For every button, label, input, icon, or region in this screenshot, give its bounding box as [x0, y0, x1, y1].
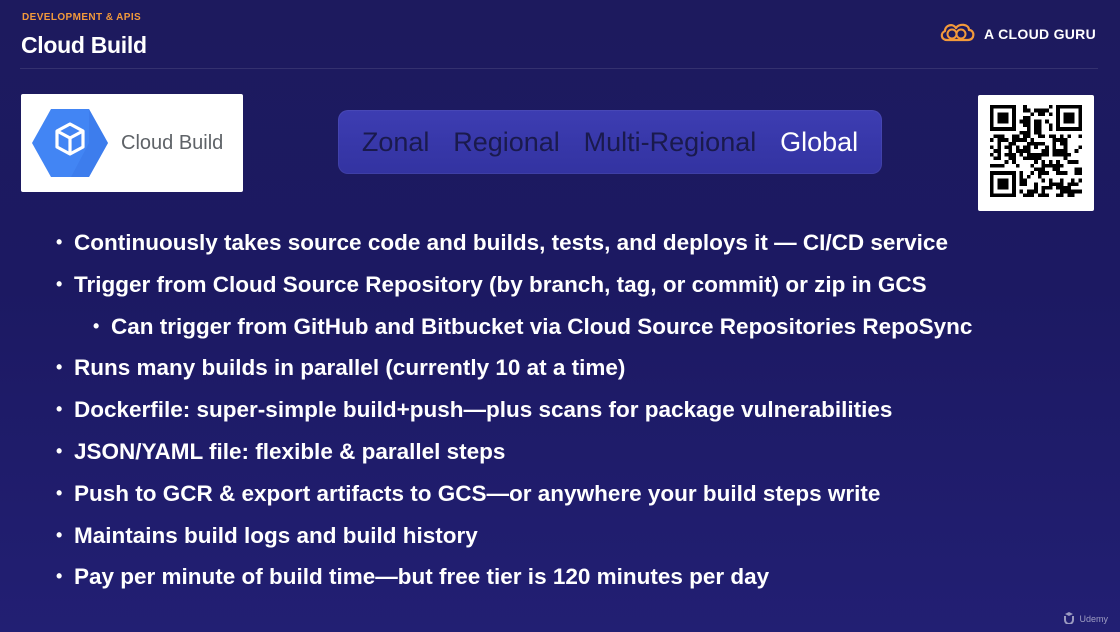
- bullet-item: Runs many builds in parallel (currently …: [56, 347, 1106, 389]
- product-card: Cloud Build: [21, 94, 243, 192]
- udemy-label: Udemy: [1079, 614, 1108, 624]
- scope-global: Global: [780, 126, 859, 157]
- section-category: DEVELOPMENT & APIS: [22, 12, 142, 23]
- bullet-item: Pay per minute of build time—but free ti…: [56, 556, 1106, 598]
- bullet-list: Continuously takes source code and build…: [56, 222, 1106, 598]
- bullet-item: Push to GCR & export artifacts to GCS—or…: [56, 473, 1106, 515]
- sub-bullet-item: Can trigger from GitHub and Bitbucket vi…: [93, 306, 1106, 348]
- bullet-item: JSON/YAML file: flexible & parallel step…: [56, 431, 1106, 473]
- bullet-item: Maintains build logs and build history: [56, 515, 1106, 557]
- header-divider: [20, 68, 1098, 69]
- udemy-watermark: Udemy: [1063, 612, 1108, 626]
- brand-logo: A CLOUD GURU: [938, 22, 1096, 46]
- scope-multi-regional: Multi-Regional: [583, 126, 757, 157]
- udemy-logo-icon: [1063, 612, 1075, 626]
- scope-bar: Zonal Regional Multi-Regional Global: [338, 110, 882, 174]
- qr-code-card: [978, 95, 1094, 211]
- qr-code-icon: [990, 104, 1082, 202]
- bullet-item: Trigger from Cloud Source Repository (by…: [56, 264, 1106, 306]
- cloud-build-hexagon-icon: [31, 104, 109, 182]
- bullet-item: Dockerfile: super-simple build+push—plus…: [56, 389, 1106, 431]
- scope-regional: Regional: [453, 126, 560, 157]
- product-name: Cloud Build: [121, 131, 224, 154]
- page-title: Cloud Build: [21, 32, 147, 58]
- cloud-icon: [938, 21, 976, 48]
- bullet-item: Continuously takes source code and build…: [56, 222, 1106, 264]
- brand-name: A CLOUD GURU: [984, 26, 1096, 42]
- scope-zonal: Zonal: [361, 126, 430, 157]
